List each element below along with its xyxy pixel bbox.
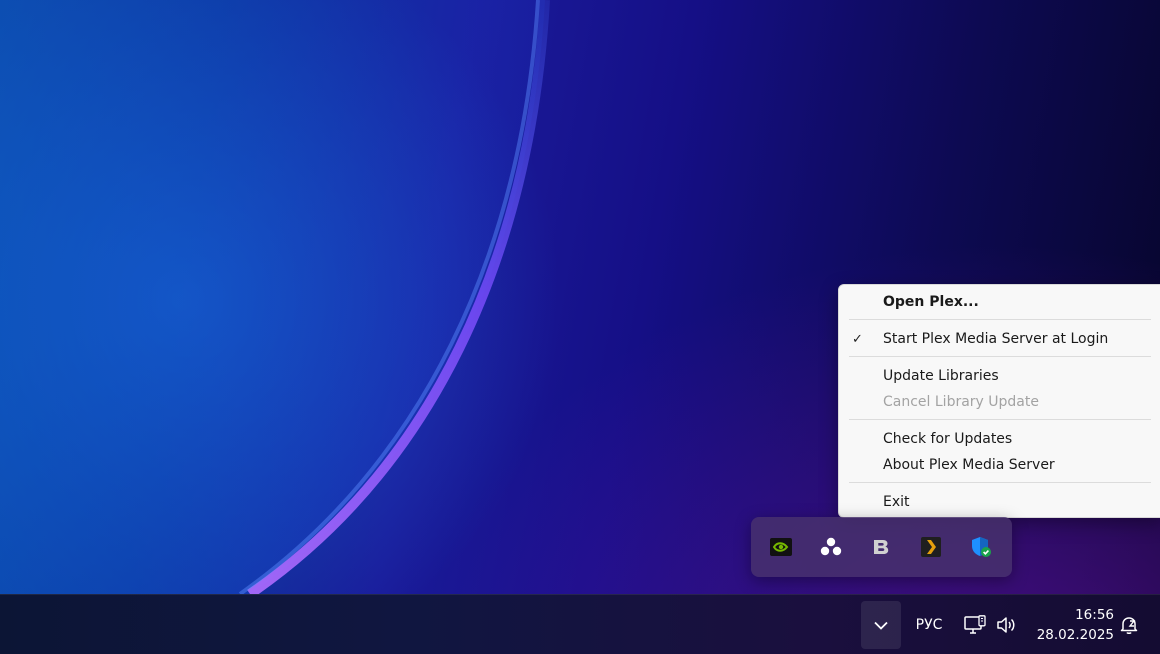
menu-separator [849,419,1151,420]
menu-separator [849,319,1151,320]
plex-icon[interactable] [917,533,945,561]
menu-item-exit[interactable]: Exit [839,489,1160,515]
network-icon[interactable] [962,609,988,641]
notification-bell-icon[interactable] [1116,609,1142,641]
menu-item-label: Update Libraries [883,368,999,384]
windows-security-icon[interactable] [967,533,995,561]
menu-separator [849,356,1151,357]
clock-time: 16:56 [1075,607,1114,623]
app-cluster-icon[interactable] [817,533,845,561]
tray-overflow-flyout [751,517,1012,577]
menu-item-label: About Plex Media Server [883,457,1055,473]
menu-item-check-for-updates[interactable]: Check for Updates [839,426,1160,452]
language-label: РУС [915,617,943,633]
checkmark-icon: ✓ [852,331,863,347]
b-app-icon[interactable] [867,533,895,561]
menu-item-label: Cancel Library Update [883,394,1039,410]
clock[interactable]: 16:56 28.02.2025 [1030,601,1114,649]
menu-item-start-at-login[interactable]: ✓ Start Plex Media Server at Login [839,326,1160,352]
language-indicator[interactable]: РУС [908,603,950,647]
menu-item-label: Open Plex... [883,294,979,310]
menu-item-label: Check for Updates [883,431,1013,447]
menu-item-label: Exit [883,494,910,510]
volume-icon[interactable] [994,609,1020,641]
menu-item-update-libraries[interactable]: Update Libraries [839,363,1160,389]
menu-item-about[interactable]: About Plex Media Server [839,452,1160,478]
chevron-up-icon [874,621,888,630]
menu-separator [849,482,1151,483]
menu-item-label: Start Plex Media Server at Login [883,331,1109,347]
clock-date: 28.02.2025 [1036,627,1114,643]
menu-item-open-plex[interactable]: Open Plex... [839,289,1160,315]
plex-context-menu: Open Plex... ✓ Start Plex Media Server a… [838,284,1160,518]
taskbar: РУС 16:56 28.02.2025 [0,594,1160,654]
show-hidden-icons-button[interactable] [861,601,901,649]
menu-item-cancel-library-update: Cancel Library Update [839,389,1160,415]
nvidia-icon[interactable] [767,533,795,561]
